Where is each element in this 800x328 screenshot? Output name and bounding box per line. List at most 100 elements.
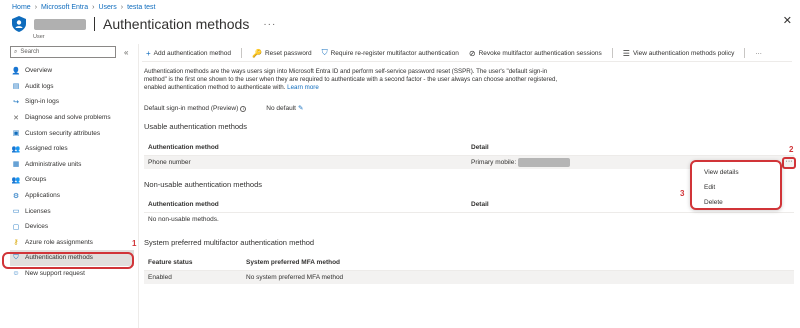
method-cell: Phone number (144, 155, 467, 169)
annotation-number-2: 2 (789, 145, 794, 154)
breadcrumb-users[interactable]: Users (98, 4, 116, 11)
status-cell: Enabled (144, 270, 242, 284)
admin-units-icon: ▦ (12, 161, 20, 169)
sidebar-item-audit-logs[interactable]: ▤ Audit logs (10, 79, 134, 95)
collapse-sidebar-icon[interactable]: « (124, 48, 128, 57)
sidebar-item-label: Applications (25, 192, 61, 200)
sidebar-item-label: Audit logs (25, 82, 54, 90)
annotation-number-1: 1 (132, 239, 137, 248)
sidebar-item-devices[interactable]: ▢ Devices (10, 219, 134, 235)
audit-logs-icon: ▤ (12, 83, 20, 91)
sidebar-item-label: Groups (25, 176, 47, 184)
chevron-right-icon: › (92, 4, 95, 11)
sidebar-item-sign-in-logs[interactable]: ↪ Sign-in logs (10, 94, 134, 110)
menu-item-edit[interactable]: Edit (692, 180, 780, 195)
shield-icon: ⛉ (321, 48, 328, 57)
sidebar-item-assigned-roles[interactable]: 👥 Assigned roles (10, 141, 134, 157)
view-policy-label: View authentication methods policy (632, 49, 735, 57)
command-bar: + Add authentication method 🔑 Reset passwo… (146, 48, 762, 58)
table-row: Enabled No system preferred MFA method (144, 270, 794, 284)
sidebar-item-label: Azure role assignments (25, 238, 93, 246)
annotation-box-1 (2, 252, 134, 269)
row-more-button[interactable]: ··· (782, 157, 796, 169)
sidebar-item-label: Diagnose and solve problems (25, 114, 111, 122)
sidebar-item-label: Overview (25, 67, 53, 75)
menu-item-view-details[interactable]: View details (692, 165, 780, 180)
sidebar: ⌕ Search « 👤 Overview ▤ Audit logs ↪ Sign-i… (10, 46, 134, 281)
empty-state-cell: No non-usable methods. (148, 215, 219, 223)
sidebar-item-custom-attributes[interactable]: ▣ Custom security attributes (10, 125, 134, 141)
default-method-label: Default sign-in method (Preview) (144, 104, 239, 112)
breadcrumb-home[interactable]: Home (12, 4, 31, 11)
sidebar-item-diagnose[interactable]: ✕ Diagnose and solve problems (10, 110, 134, 126)
default-method-value: No default (266, 105, 296, 112)
page-header: Authentication methods ··· (12, 16, 276, 32)
column-header-method: Authentication method (144, 141, 467, 156)
support-icon: ☺ (12, 270, 20, 278)
default-method-value-group: No default ✎ (266, 104, 303, 112)
close-icon[interactable]: ✕ (783, 14, 792, 27)
column-header-detail: Detail (467, 141, 794, 156)
view-policy-button[interactable]: ☰ View authentication methods policy (623, 49, 735, 58)
reset-password-label: Reset password (264, 49, 312, 57)
default-method-label-group: Default sign-in method (Preview) i (144, 104, 247, 112)
sidebar-item-azure-roles[interactable]: ⚷ Azure role assignments (10, 235, 134, 251)
search-input[interactable]: ⌕ Search (10, 46, 116, 58)
column-header-status: Feature status (144, 256, 242, 271)
chevron-right-icon: › (120, 4, 124, 11)
column-header-mfa-method: System preferred MFA method (242, 256, 794, 271)
phone-number-redacted (518, 157, 571, 167)
key-icon: 🔑 (252, 48, 262, 58)
usable-methods-title: Usable authentication methods (144, 122, 247, 131)
user-icon: 👤 (11, 67, 21, 75)
sidebar-nav: 👤 Overview ▤ Audit logs ↪ Sign-in logs ✕ Dia… (10, 63, 134, 281)
sidebar-item-applications[interactable]: ⚙ Applications (10, 188, 134, 204)
sidebar-item-label: New support request (25, 270, 85, 278)
column-header-method: Authentication method (144, 198, 467, 213)
preferred-mfa-table: Feature status System preferred MFA meth… (144, 256, 794, 284)
description: Authentication methods are the ways user… (144, 68, 564, 92)
sidebar-item-label: Devices (25, 223, 49, 231)
menu-item-delete[interactable]: Delete (692, 195, 780, 210)
sidebar-item-label: Sign-in logs (25, 98, 59, 106)
revoke-sessions-button[interactable]: ⊘ Revoke multifactor authentication sessi… (469, 49, 602, 58)
sidebar-divider (138, 44, 139, 328)
reset-password-button[interactable]: 🔑 Reset password (252, 49, 312, 58)
user-shield-icon (12, 16, 26, 32)
wrench-icon: ✕ (13, 114, 19, 122)
search-placeholder: Search (20, 49, 40, 55)
edit-pencil-icon[interactable]: ✎ (298, 105, 303, 112)
reregister-mfa-button[interactable]: ⛉ Require re-register multifactor authent… (322, 48, 459, 58)
detail-text: Primary mobile: (471, 158, 517, 166)
toolbar-divider (611, 48, 613, 58)
annotation-number-3: 3 (680, 189, 685, 198)
sidebar-item-label: Assigned roles (25, 145, 68, 153)
title-divider (94, 17, 95, 31)
sidebar-item-admin-units[interactable]: ▦ Administrative units (10, 157, 134, 173)
table-header-row: Feature status System preferred MFA meth… (144, 256, 794, 271)
revoke-label: Revoke multifactor authentication sessio… (478, 49, 602, 57)
breadcrumb-user[interactable]: testa test (127, 4, 155, 11)
search-icon: ⌕ (14, 48, 18, 55)
non-usable-methods-title: Non-usable authentication methods (144, 180, 262, 189)
roles-icon: 👥 (11, 145, 21, 153)
page-subtitle: User (33, 34, 45, 40)
page-title: Authentication methods (103, 16, 250, 32)
breadcrumb: Home › Microsoft Entra › Users › testa t… (12, 4, 155, 11)
devices-icon: ▢ (12, 223, 20, 231)
breadcrumb-entra[interactable]: Microsoft Entra (41, 4, 88, 11)
table-header-row: Authentication method Detail (144, 141, 794, 156)
learn-more-link[interactable]: Learn more (287, 84, 319, 91)
user-name-redacted (34, 18, 86, 30)
toolbar-divider (744, 48, 746, 58)
add-method-button[interactable]: + Add authentication method (146, 49, 231, 58)
more-icon[interactable]: ··· (263, 19, 276, 30)
sidebar-item-label: Custom security attributes (25, 129, 101, 137)
toolbar-more-icon[interactable]: ··· (755, 50, 762, 57)
info-icon[interactable]: i (240, 105, 247, 112)
sidebar-item-licenses[interactable]: ▭ Licenses (10, 203, 134, 219)
sidebar-item-groups[interactable]: 👥 Groups (10, 172, 134, 188)
sidebar-item-overview[interactable]: 👤 Overview (10, 63, 134, 79)
chevron-right-icon: › (34, 4, 38, 11)
add-method-label: Add authentication method (153, 49, 232, 57)
